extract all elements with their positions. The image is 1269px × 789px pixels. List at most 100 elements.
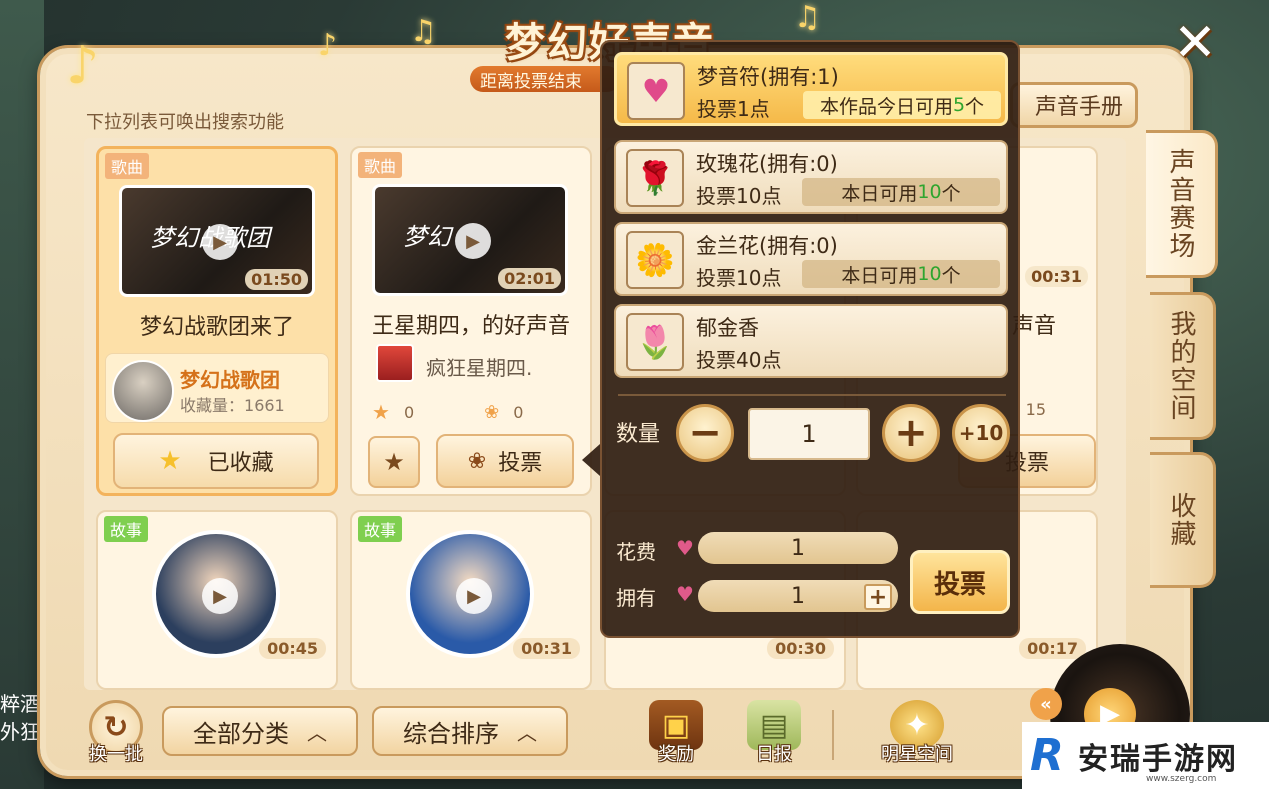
work-card[interactable]: 歌曲 梦幻战歌团 ▶ 01:50 梦幻战歌团来了 梦幻战歌团 收藏量：1661 … (96, 146, 338, 496)
gift-cost: 投票10点 (696, 184, 782, 208)
gift-cost: 投票1点 (697, 97, 770, 121)
category-tag: 故事 (104, 516, 149, 542)
confirm-vote-button[interactable]: 投票 (910, 550, 1010, 614)
close-icon: ✕ (1173, 13, 1217, 73)
category-dropdown[interactable]: 全部分类 ︿ (162, 706, 358, 756)
sort-dropdown[interactable]: 综合排序 ︿ (372, 706, 568, 756)
duration: 00:30 (767, 638, 834, 659)
collected-label: 已收藏 (207, 451, 274, 476)
search-hint: 下拉列表可唤出搜索功能 (86, 112, 284, 133)
author-name: 疯狂星期四. (426, 356, 533, 380)
availability-unit: 个 (941, 182, 961, 205)
refresh-button[interactable]: ↻ 换一批 (84, 696, 148, 766)
music-note-icon: ♪ (66, 36, 100, 96)
work-title: 梦幻战歌团来了 (139, 315, 294, 340)
flower-icon: ❀ (484, 401, 500, 423)
watermark-logo: R (1030, 729, 1064, 781)
gift-availability: 本日可用 10 个 (802, 178, 1000, 206)
video-thumbnail[interactable]: 梦幻 ▶ 02:01 (372, 184, 568, 296)
vote-button[interactable]: ❀ 投票 (436, 434, 574, 488)
music-note-icon: ♪ (318, 28, 338, 63)
play-icon[interactable]: ▶ (202, 578, 238, 614)
add-owned-button[interactable]: + (864, 584, 892, 610)
music-note-icon: ♫ (794, 0, 821, 35)
duration: 00:31 (513, 638, 580, 659)
video-thumbnail[interactable]: 梦幻战歌团 ▶ 01:50 (119, 185, 315, 297)
music-heart-icon: ♥ (676, 582, 694, 606)
game-screen: 粹酒 外狂 ♪ ♪ ♫ ♫ 梦幻好声音 距离投票结束 下拉列表可唤出搜索功能 ✕… (0, 0, 1269, 789)
plus-ten-label: +10 (958, 421, 1004, 445)
story-card[interactable]: 故事 ▶ 00:31 (350, 510, 592, 690)
tulip-icon: 🌷 (626, 313, 684, 371)
flower-count: 15 (1025, 400, 1046, 419)
star-space-button[interactable]: ✦ 明星空间 (872, 696, 962, 766)
play-icon[interactable]: ▶ (455, 223, 491, 259)
double-chevron-left-icon[interactable]: « (1030, 688, 1062, 720)
increase-button[interactable]: + (882, 404, 940, 462)
sort-label: 综合排序 (403, 719, 499, 748)
category-tag: 歌曲 (105, 153, 150, 179)
tab-favorites[interactable]: 收藏 (1150, 452, 1216, 588)
gift-name: 郁金香 (696, 316, 759, 340)
refresh-label: 换一批 (89, 744, 143, 765)
gift-item-dream-note[interactable]: ♥ 梦音符(拥有:1) 投票1点 本作品今日可用 5 个 (614, 52, 1008, 126)
minus-icon: − (688, 410, 722, 456)
work-card[interactable]: 歌曲 梦幻 ▶ 02:01 王星期四，的好声音 疯狂星期四. ★ 0 ❀ 0 ★ ❀… (350, 146, 592, 496)
availability-unit: 个 (965, 95, 985, 118)
vote-label: 投票 (498, 451, 543, 476)
close-button[interactable]: ✕ (1166, 13, 1224, 73)
gift-cost: 投票10点 (696, 266, 782, 290)
daily-report-button[interactable]: ▤ 日报 (738, 696, 810, 766)
gift-item-golden-orchid[interactable]: 🌼 金兰花(拥有:0) 投票10点 本日可用 10 个 (614, 222, 1008, 296)
work-title: 王星期四，的好声音 (371, 314, 570, 339)
gift-item-rose[interactable]: 🌹 玫瑰花(拥有:0) 投票10点 本日可用 10 个 (614, 140, 1008, 214)
favorite-button[interactable]: ★ (368, 436, 420, 488)
story-card[interactable]: 故事 ▶ 00:45 (96, 510, 338, 690)
gift-name: 玫瑰花(拥有:0) (696, 152, 838, 176)
reward-button[interactable]: ▣ 奖励 (640, 696, 712, 766)
owned-label: 拥有 (616, 586, 656, 610)
decrease-button[interactable]: − (676, 404, 734, 462)
availability-label: 本日可用 (841, 182, 918, 205)
author-name: 梦幻战歌团 (180, 368, 280, 392)
background-text: 粹酒 外狂 (0, 690, 40, 746)
star-space-label: 明星空间 (881, 744, 953, 765)
daily-report-label: 日报 (756, 744, 792, 765)
duration: 02:01 (498, 268, 561, 289)
play-icon[interactable]: ▶ (202, 224, 238, 260)
availability-label: 本作品今日可用 (819, 95, 953, 118)
watermark-text: 安瑞手游网 (1078, 741, 1238, 777)
gift-name: 金兰花(拥有:0) (696, 234, 838, 258)
quantity-input[interactable]: 1 (748, 408, 870, 460)
favorite-count: 收藏量：1661 (180, 392, 285, 416)
divider (618, 394, 1006, 396)
availability-label: 本日可用 (841, 264, 918, 287)
gift-availability: 本作品今日可用 5 个 (803, 91, 1001, 119)
watermark: R 安瑞手游网 www.szerg.com (1022, 722, 1269, 789)
availability-count: 10 (917, 263, 942, 285)
background-left (0, 0, 44, 789)
play-icon[interactable]: ▶ (456, 578, 492, 614)
divider (832, 710, 834, 760)
gift-cost: 投票40点 (696, 348, 782, 372)
plus-ten-button[interactable]: +10 (952, 404, 1010, 462)
chevron-up-icon: ︿ (517, 720, 537, 745)
collected-button[interactable]: ★ 已收藏 (113, 433, 319, 489)
tab-my-space[interactable]: 我的空间 (1150, 292, 1216, 440)
reward-label: 奖励 (658, 744, 694, 765)
tab-voice-arena[interactable]: 声音赛场 (1146, 130, 1218, 278)
flower-count: 0 (513, 402, 524, 422)
plus-icon: + (894, 410, 928, 456)
author-info[interactable]: 梦幻战歌团 收藏量：1661 (105, 353, 329, 423)
gift-item-tulip[interactable]: 🌷 郁金香 投票40点 (614, 304, 1008, 378)
background-text-line: 外狂 (0, 720, 40, 744)
star-count: 0 (403, 402, 415, 422)
quantity-label: 数量 (616, 422, 661, 447)
gift-availability: 本日可用 10 个 (802, 260, 1000, 288)
background-text-line: 粹酒 (0, 692, 40, 716)
duration: 00:17 (1019, 638, 1086, 659)
voice-handbook-button[interactable]: 声音手册 (1010, 82, 1138, 128)
duration: 01:50 (245, 269, 308, 290)
star-icon: ★ (372, 400, 390, 424)
popup-pointer (582, 444, 600, 476)
